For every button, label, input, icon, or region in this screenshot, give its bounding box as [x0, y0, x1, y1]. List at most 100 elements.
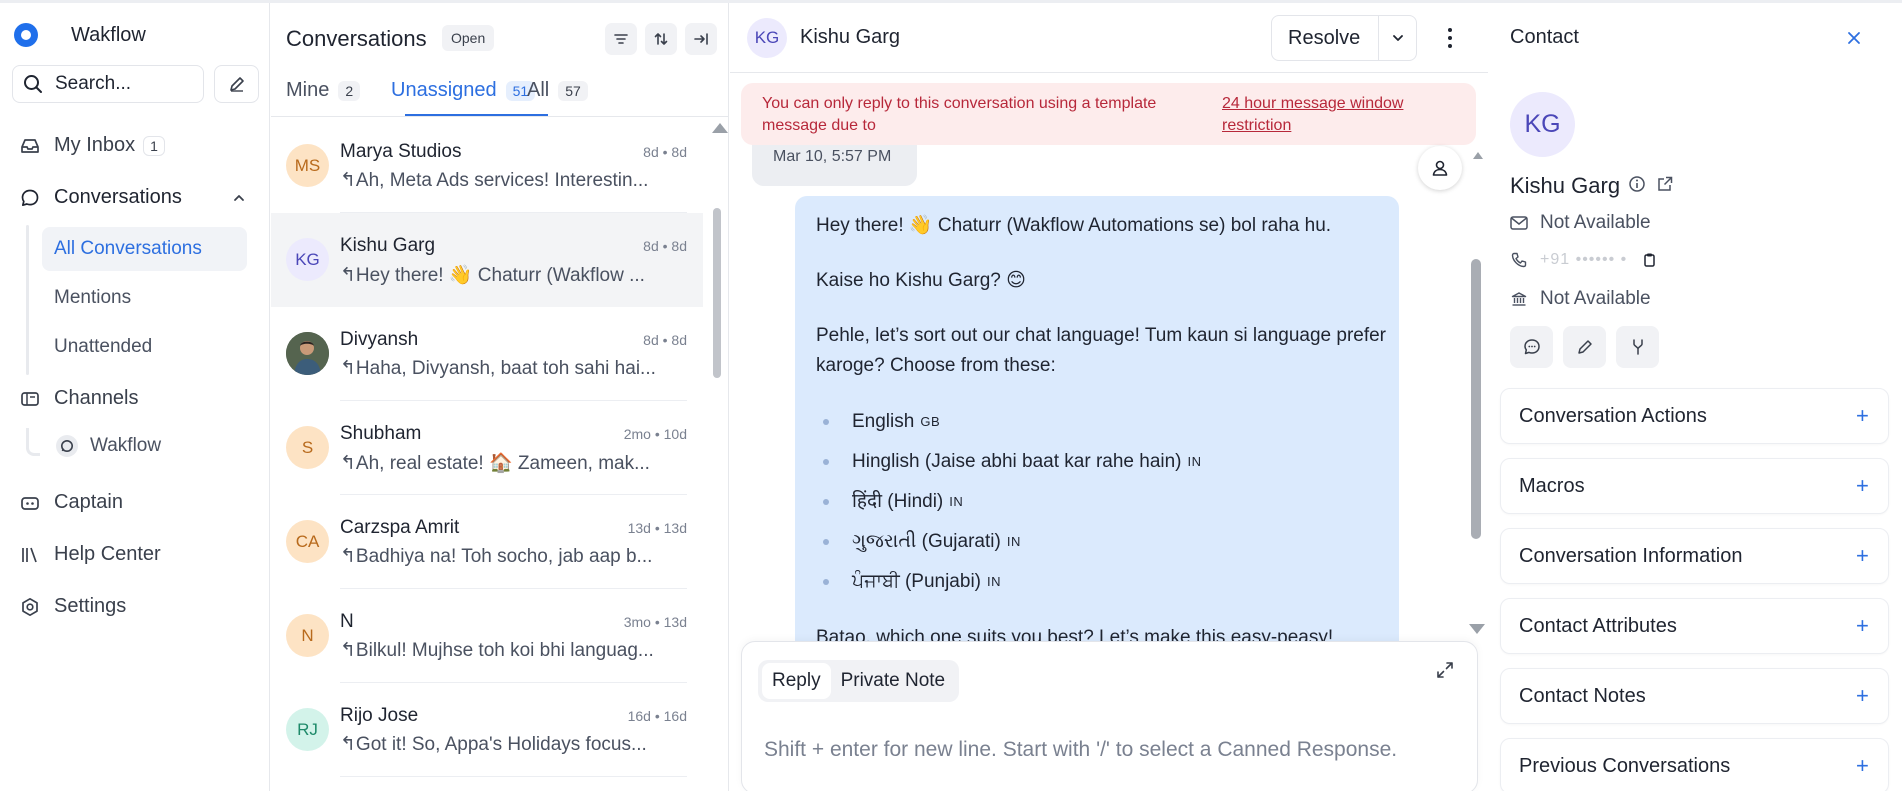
expand-icon[interactable]	[1435, 660, 1455, 680]
accordion-conversation-information[interactable]: Conversation Information +	[1500, 528, 1889, 584]
conversation-item-selected[interactable]: KG Kishu Garg 8d • 8d ↰Hey there! 👋 Chat…	[271, 213, 703, 307]
sidebar-item-unattended[interactable]: Unattended	[42, 325, 247, 369]
tab-count: 2	[338, 80, 361, 101]
search-input[interactable]	[55, 73, 185, 95]
plus-icon[interactable]: +	[1856, 545, 1869, 567]
accordion-label: Conversation Information	[1519, 545, 1743, 567]
conversation-item[interactable]: CA Carzspa Amrit 13d • 13d ↰Badhiya na! …	[271, 495, 703, 589]
avatar: N	[286, 614, 329, 657]
option-text: हिंदी (Hindi)	[852, 491, 944, 512]
merge-contact-button[interactable]	[1616, 326, 1659, 368]
sidebar-item-all-conversations[interactable]: All Conversations	[42, 227, 247, 271]
warning-link[interactable]: 24 hour message window restriction	[1222, 93, 1462, 137]
sort-button[interactable]	[645, 23, 677, 55]
chevron-down-icon[interactable]	[1390, 30, 1406, 46]
conversation-item[interactable]: Divyansh 8d • 8d ↰Haha, Divyansh, baat t…	[271, 307, 703, 401]
message-paragraph: Batao, which one suits you best? Let’s m…	[816, 627, 1334, 641]
language-option: English GB	[823, 407, 940, 437]
conversation-item[interactable]: N N 3mo • 13d ↰Bilkul! Mujhse toh koi bh…	[271, 589, 703, 683]
chat-scrollbar-thumb[interactable]	[1471, 259, 1481, 539]
avatar: MS	[286, 144, 329, 187]
avatar: CA	[286, 520, 329, 563]
sidebar-item-wakflow-channel[interactable]: Wakflow	[56, 435, 161, 457]
tab-all[interactable]: All 57	[527, 79, 588, 102]
nav-item-conversations[interactable]: Conversations	[20, 186, 182, 209]
divider	[271, 116, 728, 117]
language-option: ગુજરાતી (Gujarati) IN	[823, 527, 1021, 557]
flag-code: IN	[987, 574, 1001, 589]
divider	[340, 776, 687, 777]
plus-icon[interactable]: +	[1856, 405, 1869, 427]
contact-panel-title: Contact	[1510, 26, 1579, 48]
copy-icon[interactable]	[1641, 252, 1657, 268]
contact-panel: Contact KG Kishu Garg Not Available +91 …	[1489, 3, 1902, 791]
scroll-down-arrow-icon[interactable]	[1469, 624, 1485, 634]
reply-input[interactable]	[764, 734, 1454, 791]
avatar: S	[286, 426, 329, 469]
tab-mine[interactable]: Mine 2	[286, 79, 361, 102]
tab-unassigned[interactable]: Unassigned 51	[391, 79, 536, 102]
compose-button[interactable]	[214, 65, 259, 103]
chat-contact-name[interactable]: Kishu Garg	[800, 26, 900, 49]
search-box[interactable]	[12, 65, 204, 103]
nav-item-channels[interactable]: Channels	[20, 387, 139, 410]
nav-item-settings[interactable]: Settings	[20, 595, 126, 618]
nav-item-captain[interactable]: Captain	[20, 491, 123, 514]
info-icon[interactable]	[1628, 175, 1646, 193]
conversation-time: 8d • 8d	[643, 144, 687, 160]
edit-contact-button[interactable]	[1563, 326, 1606, 368]
plus-icon[interactable]: +	[1856, 685, 1869, 707]
nav-item-label: My Inbox	[54, 134, 136, 156]
avatar: KG	[286, 238, 329, 281]
avatar[interactable]: KG	[747, 18, 787, 58]
accordion-conversation-actions[interactable]: Conversation Actions +	[1500, 388, 1889, 444]
nav-item-help-center[interactable]: Help Center	[20, 543, 161, 566]
accordion-macros[interactable]: Macros +	[1500, 458, 1889, 514]
conversation-item[interactable]: MS Marya Studios 8d • 8d ↰Ah, Meta Ads s…	[271, 119, 703, 213]
nav-item-label: Captain	[54, 491, 123, 513]
new-message-button[interactable]	[1510, 326, 1553, 368]
accordion-contact-attributes[interactable]: Contact Attributes +	[1500, 598, 1889, 654]
accordion-previous-conversations[interactable]: Previous Conversations +	[1500, 738, 1889, 791]
tab-private-note[interactable]: Private Note	[831, 663, 956, 699]
conversation-preview: ↰Bilkul! Mujhse toh koi bhi languag...	[340, 640, 654, 661]
company-icon	[1511, 292, 1527, 306]
conversation-name: Divyansh	[340, 329, 419, 350]
conversation-item[interactable]: RJ Rijo Jose 16d • 16d ↰Got it! So, Appa…	[271, 683, 703, 777]
conversation-name: Rijo Jose	[340, 705, 419, 726]
list-scrollbar-thumb[interactable]	[713, 208, 721, 378]
reply-box: Reply Private Note	[741, 641, 1478, 791]
nav-item-label: Help Center	[54, 543, 161, 565]
scroll-up-arrow-icon[interactable]	[712, 123, 728, 133]
chevron-up-icon[interactable]	[232, 191, 246, 205]
plus-icon[interactable]: +	[1856, 755, 1869, 777]
status-filter-pill[interactable]: Open	[442, 25, 495, 51]
conversation-time: 8d • 8d	[643, 332, 687, 348]
brand[interactable]: Wakflow	[14, 23, 146, 47]
channels-icon	[21, 391, 39, 406]
nav-item-my-inbox[interactable]: My Inbox 1	[20, 134, 165, 157]
resolve-button[interactable]: Resolve	[1271, 15, 1417, 61]
plus-icon[interactable]: +	[1856, 475, 1869, 497]
filter-button[interactable]	[605, 23, 637, 55]
more-options-icon[interactable]	[1440, 25, 1460, 51]
chat-header: KG Kishu Garg Resolve	[730, 3, 1488, 73]
external-link-icon[interactable]	[1656, 175, 1674, 193]
reply-mode-tabs: Reply Private Note	[758, 660, 960, 702]
chat-scroll-up-arrow-icon[interactable]	[1473, 152, 1483, 159]
conversation-item[interactable]: S Shubham 2mo • 10d ↰Ah, real estate! 🏠 …	[271, 401, 703, 495]
conversation-time: 2mo • 10d	[623, 426, 687, 442]
close-icon[interactable]	[1845, 29, 1863, 47]
tab-reply[interactable]: Reply	[762, 663, 831, 699]
accordion-contact-notes[interactable]: Contact Notes +	[1500, 668, 1889, 724]
flag-code: GB	[920, 414, 941, 429]
assign-agent-button[interactable]	[1418, 146, 1462, 190]
plus-icon[interactable]: +	[1856, 615, 1869, 637]
nav-item-label: Conversations	[54, 186, 182, 208]
collapse-button[interactable]	[685, 23, 717, 55]
conversation-name: Marya Studios	[340, 141, 462, 162]
nav-item-label: Channels	[54, 387, 139, 409]
accordion-label: Conversation Actions	[1519, 405, 1707, 427]
conversation-preview: ↰Ah, real estate! 🏠 Zameen, mak...	[340, 453, 650, 474]
sidebar-item-mentions[interactable]: Mentions	[42, 276, 247, 320]
